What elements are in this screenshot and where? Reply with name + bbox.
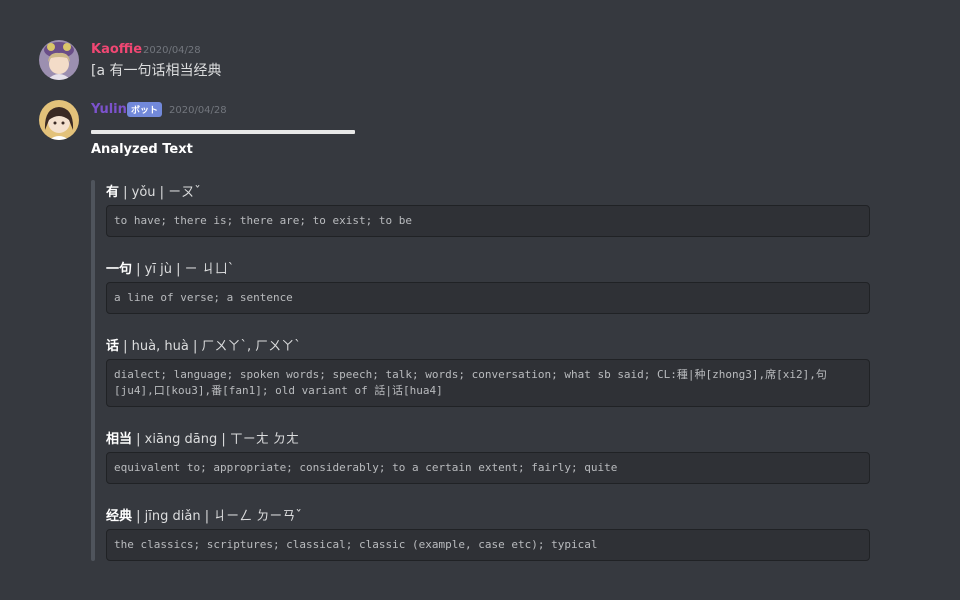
entry-reading: | yī jù | ㄧ ㄐㄩˋ	[132, 262, 235, 277]
username[interactable]: Kaoffie	[91, 42, 142, 57]
entry-reading: | jīng diǎn | ㄐㄧㄥ ㄉㄧㄢˇ	[132, 509, 302, 524]
entry-reading: | yǒu | ㄧㄡˇ	[119, 185, 201, 200]
embed-border	[91, 180, 95, 561]
bot-badge: ボット	[127, 102, 163, 117]
entry-heading: 有 | yǒu | ㄧㄡˇ	[106, 181, 201, 200]
entry-word: 经典	[106, 509, 133, 524]
avatar[interactable]	[39, 100, 79, 140]
entry-reading: | huà, huà | ㄏㄨㄚˋ, ㄏㄨㄚˋ	[119, 339, 301, 354]
divider-line	[91, 130, 355, 134]
entry-word: 一句	[106, 262, 133, 277]
message-text: [a 有一句话相当经典	[91, 63, 222, 79]
entry-reading: | xiāng dāng | ㄒㄧㄤ ㄉㄤ	[132, 432, 300, 447]
entry-heading: 话 | huà, huà | ㄏㄨㄚˋ, ㄏㄨㄚˋ	[106, 335, 301, 354]
username[interactable]: Yulin	[91, 102, 127, 117]
definition-codeblock: a line of verse; a sentence	[106, 282, 870, 314]
embed-title: Analyzed Text	[91, 142, 193, 157]
timestamp: 2020/04/28	[143, 45, 201, 56]
entry-word: 有	[106, 185, 120, 200]
avatar[interactable]	[39, 40, 79, 80]
entry-heading: 相当 | xiāng dāng | ㄒㄧㄤ ㄉㄤ	[106, 428, 299, 447]
entry-heading: 经典 | jīng diǎn | ㄐㄧㄥ ㄉㄧㄢˇ	[106, 505, 302, 524]
timestamp: 2020/04/28	[169, 105, 227, 116]
definition-codeblock: the classics; scriptures; classical; cla…	[106, 529, 870, 561]
entry-heading: 一句 | yī jù | ㄧ ㄐㄩˋ	[106, 258, 234, 277]
entry-word: 话	[106, 339, 120, 354]
entry-word: 相当	[106, 432, 133, 447]
definition-codeblock: equivalent to; appropriate; considerably…	[106, 452, 870, 484]
definition-codeblock: to have; there is; there are; to exist; …	[106, 205, 870, 237]
definition-codeblock: dialect; language; spoken words; speech;…	[106, 359, 870, 407]
